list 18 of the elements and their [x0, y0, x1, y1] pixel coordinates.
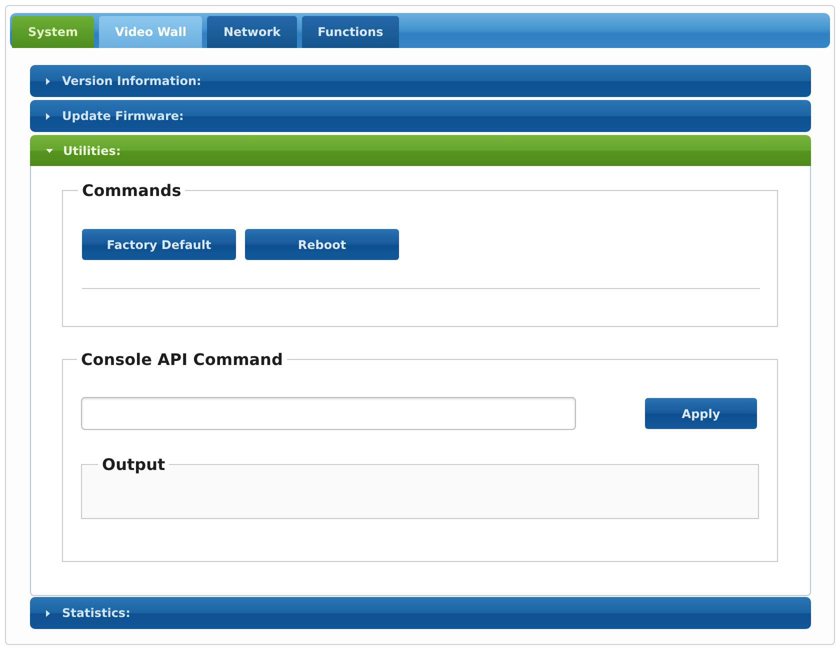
tab[interactable]: System: [12, 16, 94, 48]
command-button[interactable]: Reboot: [245, 229, 399, 260]
tab[interactable]: Network: [207, 16, 297, 48]
caret-right-icon: [46, 78, 50, 84]
tab[interactable]: Functions: [302, 16, 400, 48]
commands-legend: Commands: [78, 181, 186, 200]
apply-button[interactable]: Apply: [645, 398, 757, 429]
command-button[interactable]: Factory Default: [82, 229, 236, 260]
caret-right-icon: [46, 610, 50, 616]
output-legend: Output: [98, 455, 170, 474]
console-legend: Console API Command: [77, 350, 287, 369]
section-header[interactable]: Utilities:: [30, 135, 811, 166]
caret-right-icon: [46, 112, 50, 120]
command-input-field[interactable]: [81, 397, 576, 430]
section-header[interactable]: Statistics:: [30, 597, 811, 629]
caret-down-icon: [46, 148, 53, 152]
section-header[interactable]: Update Firmware:: [30, 100, 811, 132]
section-header[interactable]: Version Information:: [30, 65, 811, 97]
